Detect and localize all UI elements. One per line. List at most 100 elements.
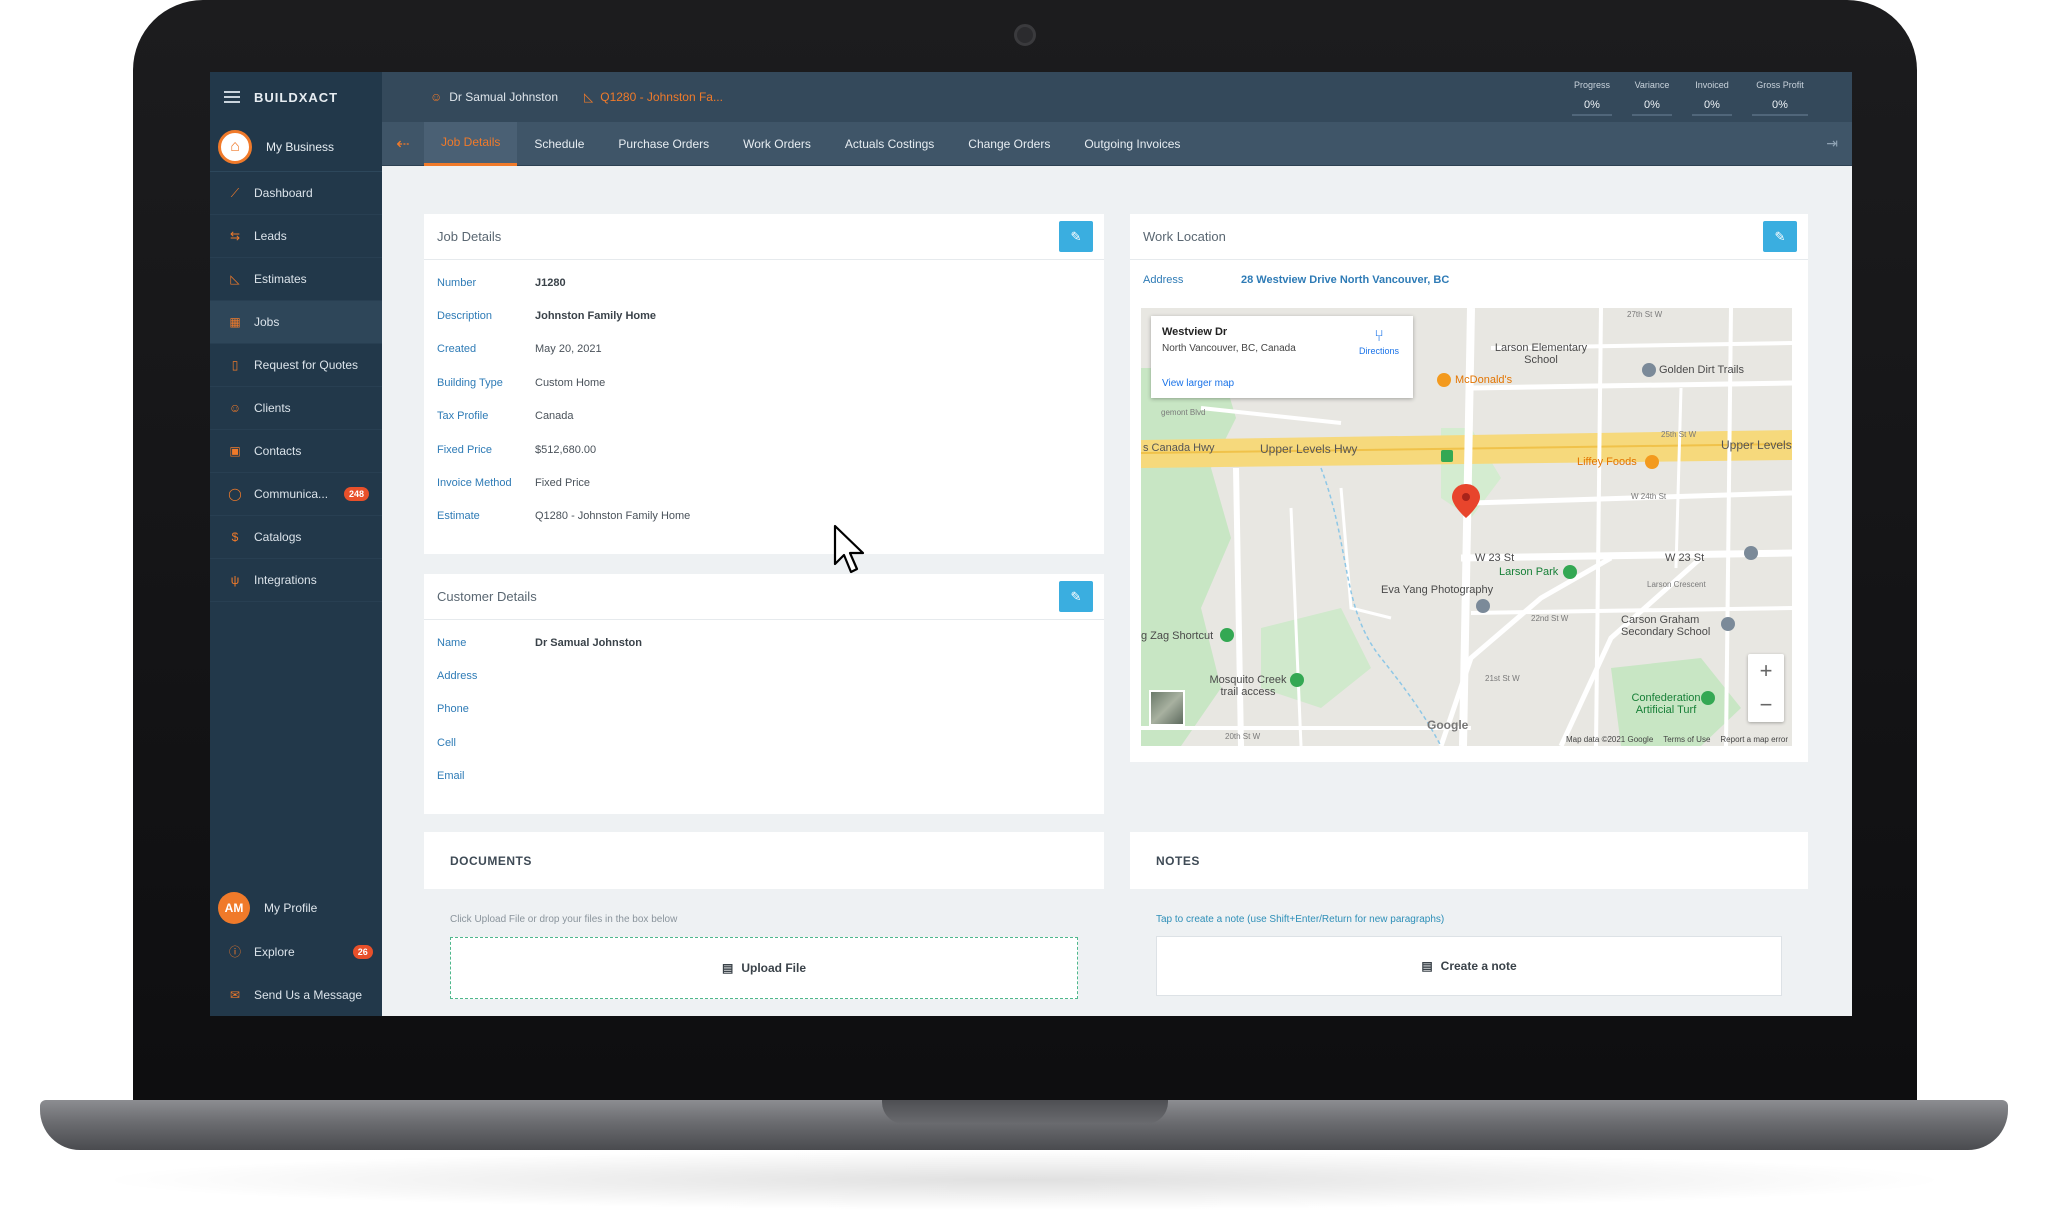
mouse-cursor-icon: [833, 524, 865, 574]
job-details-title: Job Details: [424, 214, 1104, 260]
person-icon: ☺: [430, 90, 443, 104]
pencil-icon: ✎: [1070, 228, 1082, 244]
stat-label: Variance: [1634, 80, 1670, 90]
sidebar-item-label: Dashboard: [254, 186, 313, 200]
field-value: Fixed Price: [535, 477, 591, 490]
edit-work-location-button[interactable]: ✎: [1763, 221, 1797, 252]
stat-label: Invoiced: [1695, 80, 1729, 90]
field-value: $512,680.00: [535, 443, 597, 456]
swap-icon: ⇆: [229, 229, 241, 243]
stat-label: Progress: [1573, 80, 1610, 90]
info-icon: ⓘ: [228, 945, 241, 959]
directions-link[interactable]: ⑂ Directions: [1359, 328, 1399, 356]
field-value: Dr Samual Johnston: [535, 636, 642, 649]
field-row: Number J1280: [424, 266, 1104, 299]
map-label-eva-yang: Eva Yang Photography: [1381, 584, 1494, 596]
sidebar-item-jobs[interactable]: ▦ Jobs: [210, 301, 382, 344]
sidebar-item-estimates[interactable]: ◺ Estimates: [210, 258, 382, 301]
job-link[interactable]: ◺ Q1280 - Johnston Fa...: [584, 90, 723, 104]
notes-hint: Tap to create a note (use Shift+Enter/Re…: [1156, 914, 1445, 925]
map-label-w24: W 24th St: [1631, 492, 1667, 501]
sidebar-item-label: Integrations: [254, 573, 317, 587]
upload-file-dropzone[interactable]: ▤ Upload File: [450, 937, 1078, 999]
field-row: Fixed Price $512,680.00: [424, 433, 1104, 466]
back-arrow-icon[interactable]: ⇠: [382, 134, 424, 154]
sidebar-item-dashboard[interactable]: ⟋ Dashboard: [210, 172, 382, 215]
field-label: Address: [1143, 274, 1184, 286]
directions-label: Directions: [1358, 346, 1399, 356]
sidebar-item-communications[interactable]: ◯ Communica... 248: [210, 473, 382, 516]
job-details-card: Job Details ✎ Number J1280 Description Joh…: [424, 214, 1104, 554]
field-row: Address: [424, 659, 1104, 692]
field-row: Name Dr Samual Johnston: [424, 626, 1104, 659]
sidebar-item-label: Leads: [254, 229, 287, 243]
sidebar-item-leads[interactable]: ⇆ Leads: [210, 215, 382, 258]
my-business-link[interactable]: ⌂ My Business: [210, 122, 382, 172]
street-view-thumbnail[interactable]: [1149, 690, 1185, 726]
map-label-canada-hwy: s Canada Hwy: [1143, 442, 1215, 454]
sidebar-item-label: Communica...: [254, 487, 329, 501]
documents-card: DOCUMENTS Click Upload File or drop your…: [424, 832, 1104, 1016]
field-label: Invoice Method: [437, 477, 512, 490]
edit-job-details-button[interactable]: ✎: [1059, 221, 1093, 252]
document-icon: ▯: [231, 358, 239, 372]
sidebar-item-catalogs[interactable]: $ Catalogs: [210, 516, 382, 559]
tab-outgoing-invoices[interactable]: Outgoing Invoices: [1067, 122, 1197, 166]
work-location-card: Work Location ✎ Address 28 Westview Driv…: [1130, 214, 1808, 762]
field-label: Building Type: [437, 376, 503, 389]
my-profile-label: My Profile: [264, 901, 318, 915]
create-note-label: Create a note: [1440, 959, 1517, 973]
zoom-in-button[interactable]: +: [1748, 654, 1784, 688]
customer-details-card: Customer Details ✎ Name Dr Samual Johnsto…: [424, 574, 1104, 814]
location-map[interactable]: Westview Dr North Vancouver, BC, Canada …: [1141, 308, 1792, 746]
customer-details-fields: Name Dr Samual Johnston Address Phone Cel…: [424, 620, 1104, 793]
sidebar-item-integrations[interactable]: ψ Integrations: [210, 559, 382, 602]
stat-value: 0%: [1752, 99, 1808, 116]
map-attribution: Map data ©2021 Google Terms of Use Repor…: [1566, 735, 1788, 744]
stat-variance: Variance 0%: [1632, 80, 1672, 116]
map-label-w25: 25th St W: [1661, 430, 1697, 439]
sidebar-bottom: AM My Profile ⓘ Explore 26 ✉ Send Us a M…: [210, 886, 382, 1016]
tab-job-details[interactable]: Job Details: [424, 121, 518, 166]
sidebar-item-label: Request for Quotes: [254, 358, 359, 372]
map-label-w23-st: W 23 St: [1475, 552, 1515, 564]
sidebar-item-send-message[interactable]: ✉ Send Us a Message: [210, 973, 382, 1016]
field-row: Email: [424, 760, 1104, 793]
address-link[interactable]: 28 Westview Drive North Vancouver, BC: [1241, 274, 1449, 286]
tab-work-orders[interactable]: Work Orders: [726, 122, 828, 166]
upload-file-label: Upload File: [741, 961, 806, 975]
field-row: Cell: [424, 726, 1104, 759]
my-profile-link[interactable]: AM My Profile: [210, 886, 382, 930]
collapse-panel-icon[interactable]: ⇥: [1826, 135, 1838, 152]
sidebar-item-clients[interactable]: ☺ Clients: [210, 387, 382, 430]
tab-actuals-costings[interactable]: Actuals Costings: [828, 122, 951, 166]
field-label: Phone: [437, 703, 469, 716]
map-label-w23-st-east: W 23 St: [1665, 552, 1705, 564]
field-label: Email: [437, 770, 465, 783]
webcam-icon: [1014, 24, 1036, 46]
sidebar-item-contacts[interactable]: ▣ Contacts: [210, 430, 382, 473]
create-note-button[interactable]: ▤ Create a note: [1156, 936, 1782, 996]
tab-change-orders[interactable]: Change Orders: [951, 122, 1067, 166]
field-label: Estimate: [437, 510, 480, 523]
job-details-fields: Number J1280 Description Johnston Family H…: [424, 260, 1104, 533]
report-map-error-link[interactable]: Report a map error: [1720, 735, 1788, 744]
avatar: AM: [218, 892, 250, 924]
edit-customer-details-button[interactable]: ✎: [1059, 581, 1093, 612]
sidebar-item-label: Explore: [254, 944, 295, 959]
sidebar-item-explore[interactable]: ⓘ Explore 26: [210, 930, 382, 973]
view-larger-map-link[interactable]: View larger map: [1162, 378, 1234, 389]
hamburger-menu-icon[interactable]: [224, 91, 240, 103]
terms-of-use-link[interactable]: Terms of Use: [1663, 735, 1710, 744]
sidebar-item-request-for-quotes[interactable]: ▯ Request for Quotes: [210, 344, 382, 387]
tab-schedule[interactable]: Schedule: [517, 122, 601, 166]
my-business-label: My Business: [266, 139, 335, 154]
stat-progress: Progress 0%: [1572, 80, 1612, 116]
documents-title: DOCUMENTS: [450, 853, 532, 868]
laptop-shadow: [90, 1150, 1958, 1210]
client-link[interactable]: ☺ Dr Samual Johnston: [430, 90, 558, 104]
zoom-out-button[interactable]: −: [1748, 688, 1784, 722]
tab-purchase-orders[interactable]: Purchase Orders: [601, 122, 726, 166]
field-row: Phone: [424, 693, 1104, 726]
map-label-w27: 27th St W: [1627, 310, 1663, 319]
